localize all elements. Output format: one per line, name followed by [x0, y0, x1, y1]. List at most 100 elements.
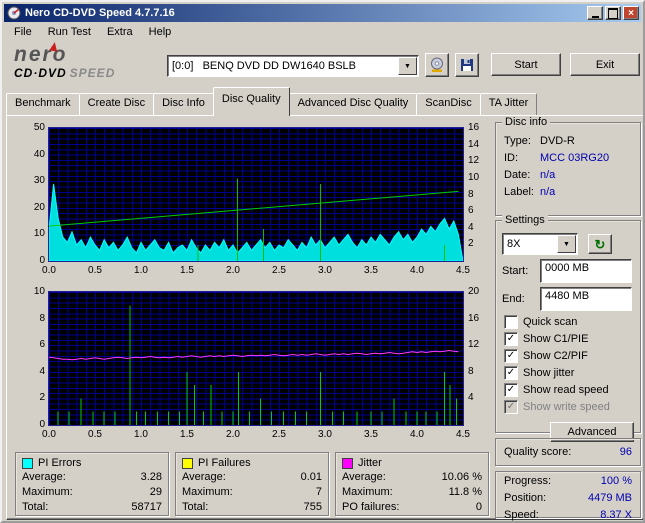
start-position-label: Start: — [502, 265, 529, 277]
x-axis-tick: 2.5 — [272, 429, 286, 440]
x-axis-tick: 3.5 — [364, 265, 378, 276]
menu-item-file[interactable]: File — [6, 24, 40, 40]
checkbox-label: Quick scan — [523, 315, 578, 328]
product-wordmark: CD·DVD SPEED — [14, 66, 164, 80]
y-axis-tick: 4 — [39, 365, 45, 377]
checkbox-label: Show jitter — [523, 366, 575, 379]
checkbox-show-write-speed: ✓ Show write speed — [504, 399, 632, 414]
x-axis-tick: 3.0 — [318, 429, 332, 440]
tab-advanced-disc-quality[interactable]: Advanced Disc Quality — [288, 93, 418, 115]
stat-value: 755 — [303, 501, 322, 513]
stat-row: Maximum: 11.8 % — [336, 485, 488, 500]
menu-item-help[interactable]: Help — [141, 24, 180, 40]
save-button[interactable] — [455, 53, 479, 77]
stat-row: Maximum: 29 — [16, 485, 168, 500]
stat-label: Total: — [22, 501, 49, 513]
disc-type-value: DVD-R — [540, 135, 575, 147]
y-axis-tick: 50 — [33, 122, 45, 133]
disc-info-label: Date: — [504, 169, 531, 181]
stat-row: Average: 0.01 — [176, 470, 328, 485]
x-axis-tick: 1.0 — [134, 265, 148, 276]
start-position-field[interactable]: 0000 MB — [540, 259, 632, 283]
chevron-down-icon[interactable]: ▼ — [398, 57, 417, 75]
x-axis-tick: 0.0 — [42, 265, 56, 276]
flame-icon — [49, 41, 59, 52]
jitter-stats: Jitter Average: 10.06 % Maximum: 11.8 % PO… — [335, 452, 489, 516]
disc-info-row: ID: MCC 03RG20 — [496, 150, 640, 167]
menu-item-run-test[interactable]: Run Test — [40, 24, 99, 40]
position-row: Position: 4479 MB — [496, 489, 640, 506]
y-axis-tick-right: 14 — [468, 138, 480, 150]
stat-value: 3.28 — [140, 471, 162, 483]
y-axis-tick-right: 8 — [468, 188, 474, 200]
tab-ta-jitter[interactable]: TA Jitter — [479, 93, 538, 115]
cddvd-text: CD·DVD — [14, 66, 67, 80]
quality-score-label: Quality score: — [504, 446, 572, 458]
x-axis-tick: 3.5 — [364, 429, 378, 440]
pi-failures-stats-title: PI Failures — [176, 453, 328, 470]
y-axis-tick-right: 16 — [468, 312, 480, 324]
chevron-down-icon[interactable]: ▼ — [557, 235, 576, 253]
y-axis-tick-right: 16 — [468, 122, 480, 133]
checkbox-label: Show C2/PIF — [523, 349, 588, 362]
position-value: 4479 MB — [587, 492, 632, 504]
stat-label: Average: — [22, 471, 66, 483]
minimize-button[interactable] — [587, 6, 603, 20]
progress-label: Progress: — [504, 475, 552, 487]
refresh-button[interactable]: ↻ — [588, 234, 612, 254]
drive-select[interactable]: [0:0] BENQ DVD DD DW1640 BSLB ▼ — [167, 55, 419, 77]
stat-value: 10.06 % — [441, 471, 482, 483]
end-position-field[interactable]: 4480 MB — [540, 287, 632, 311]
maximize-button[interactable] — [605, 6, 621, 20]
stat-value: 0.01 — [300, 471, 322, 483]
checkbox-label: Show C1/PIE — [523, 332, 589, 345]
tab-benchmark[interactable]: Benchmark — [6, 93, 80, 115]
checkbox-show-read-speed[interactable]: ✓ Show read speed — [504, 382, 632, 397]
pi-failures-stats: PI Failures Average: 0.01 Maximum: 7 Total… — [175, 452, 329, 516]
y-axis-tick-right: 4 — [468, 221, 474, 233]
disc-date-value: n/a — [540, 169, 556, 181]
tab-create-disc[interactable]: Create Disc — [78, 93, 155, 115]
disc-info-row: Type: DVD-R — [496, 133, 640, 150]
stat-value: 11.8 % — [448, 486, 482, 498]
jitter-legend-swatch — [342, 457, 353, 469]
pi-errors-plot — [48, 127, 464, 262]
checkbox-label: Show read speed — [523, 383, 609, 396]
disc-button[interactable] — [425, 53, 449, 77]
y-axis-tick: 6 — [39, 339, 45, 351]
checkbox-quick-scan[interactable]: Quick scan — [504, 314, 632, 329]
y-axis-tick: 30 — [33, 175, 45, 187]
stat-value: 29 — [149, 486, 162, 498]
tab-strip: Benchmark Create Disc Disc Info Disc Qua… — [6, 87, 538, 116]
start-button[interactable]: Start — [491, 53, 561, 76]
stat-label: Total: — [182, 501, 209, 513]
exit-button[interactable]: Exit — [570, 53, 640, 76]
x-axis-tick: 1.5 — [180, 265, 194, 276]
y-axis-tick: 2 — [39, 392, 45, 404]
drive-select-value: [0:0] BENQ DVD DD DW1640 BSLB — [172, 60, 357, 72]
quality-score-value: 96 — [619, 446, 632, 458]
x-axis-tick: 2.0 — [226, 265, 240, 276]
checkbox-show-c2-pif[interactable]: ✓ Show C2/PIF — [504, 348, 632, 363]
x-axis-tick: 4.0 — [410, 265, 424, 276]
scan-speed-select[interactable]: 8X ▼ — [502, 233, 578, 255]
x-axis-tick: 4.5 — [456, 429, 470, 440]
tab-disc-quality[interactable]: Disc Quality — [212, 87, 290, 116]
menu-item-extra[interactable]: Extra — [99, 24, 141, 40]
close-button[interactable]: × — [623, 6, 639, 20]
stat-value: 0 — [475, 501, 482, 513]
y-axis-tick-right: 2 — [468, 238, 474, 250]
pi-failures-legend-swatch — [182, 457, 193, 469]
stat-label: PO failures: — [342, 501, 400, 513]
pi-errors-chart: 0 10 20 30 40 50 2 4 6 8 10 12 14 16 0.0 0.5 1.0 1.5 2.0 2.… — [13, 122, 491, 280]
tab-scandisc[interactable]: ScanDisc — [416, 93, 481, 115]
checkbox-label: Show write speed — [523, 400, 610, 413]
tab-disc-info[interactable]: Disc Info — [153, 93, 214, 115]
app-icon — [7, 6, 21, 20]
checkbox-box: ✓ — [504, 331, 518, 346]
y-axis-tick-right: 4 — [468, 392, 474, 404]
checkbox-show-c1-pie[interactable]: ✓ Show C1/PIE — [504, 331, 632, 346]
x-axis-tick: 1.5 — [180, 429, 194, 440]
checkbox-show-jitter[interactable]: ✓ Show jitter — [504, 365, 632, 380]
app-window: Nero CD-DVD Speed 4.7.7.16 × File Run Te… — [0, 0, 645, 523]
